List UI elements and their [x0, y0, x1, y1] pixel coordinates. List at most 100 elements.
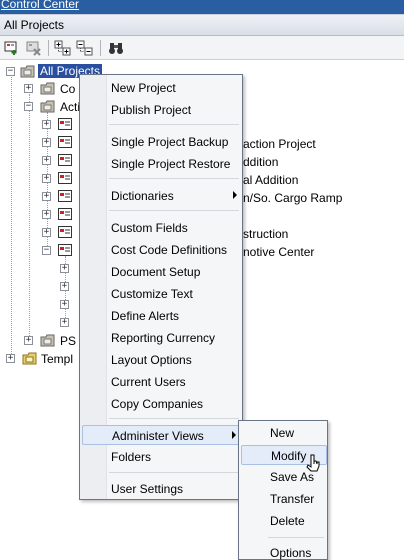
tree-node-label[interactable]: PS: [60, 334, 76, 348]
expand-toggle[interactable]: +: [42, 138, 51, 147]
submenu-item-delete[interactable]: Delete: [241, 511, 327, 531]
new-project-icon[interactable]: [3, 39, 21, 57]
menu-item-define-alerts[interactable]: Define Alerts: [82, 306, 240, 326]
administer-views-submenu: New Modify Save As Transfer Delete Optio…: [238, 420, 328, 560]
project-icon: [58, 118, 72, 130]
menu-item-label: Custom Fields: [111, 221, 188, 235]
menu-item-cost-code-definitions[interactable]: Cost Code Definitions: [82, 240, 240, 260]
menu-item-label: Dictionaries: [111, 189, 174, 203]
control-center-link[interactable]: Control Center: [1, 0, 79, 11]
menu-separator: [109, 124, 239, 125]
submenu-item-label: New: [270, 426, 295, 440]
menu-item-label: Define Alerts: [111, 309, 180, 323]
expand-toggle[interactable]: +: [42, 192, 51, 201]
expand-toggle[interactable]: +: [24, 84, 33, 93]
tree-guide-line: [11, 77, 12, 362]
tree-node-label[interactable]: Co: [60, 82, 75, 96]
expand-toggle[interactable]: +: [60, 264, 69, 273]
project-label[interactable]: notive Center: [243, 245, 314, 259]
submenu-item-transfer[interactable]: Transfer: [241, 489, 327, 509]
expand-toggle[interactable]: +: [42, 210, 51, 219]
menu-item-label: Current Users: [111, 375, 186, 389]
menu-item-label: New Project: [111, 81, 176, 95]
expand-toggle[interactable]: +: [6, 354, 15, 363]
menu-item-user-settings[interactable]: User Settings: [82, 479, 240, 499]
menu-item-layout-options[interactable]: Layout Options: [82, 350, 240, 370]
menu-separator: [109, 178, 239, 179]
project-label[interactable]: al Addition: [243, 173, 298, 187]
template-folder-icon: [22, 352, 37, 365]
menu-item-administer-views[interactable]: Administer Views: [82, 425, 240, 445]
collapse-all-icon[interactable]: [76, 39, 94, 57]
binoculars-icon[interactable]: [107, 39, 125, 57]
menu-item-label: Single Project Backup: [111, 135, 229, 149]
folder-icon: [40, 82, 55, 95]
project-icon: [58, 154, 72, 166]
menu-item-label: Customize Text: [111, 287, 193, 301]
submenu-arrow-icon: [232, 431, 236, 439]
expand-toggle[interactable]: +: [24, 336, 33, 345]
project-label[interactable]: struction: [243, 227, 288, 241]
expand-toggle[interactable]: +: [60, 318, 69, 327]
expand-toggle[interactable]: +: [42, 174, 51, 183]
project-icon: [58, 172, 72, 184]
menu-separator: [268, 537, 324, 538]
expand-toggle[interactable]: +: [60, 282, 69, 291]
folder-icon: [40, 334, 55, 347]
menu-item-dictionaries[interactable]: Dictionaries: [82, 186, 240, 206]
project-label[interactable]: n/So. Cargo Ramp: [243, 191, 342, 205]
menu-item-publish-project[interactable]: Publish Project: [82, 100, 240, 120]
submenu-item-label: Options: [270, 546, 312, 560]
expand-toggle[interactable]: +: [42, 120, 51, 129]
menu-separator: [109, 210, 239, 211]
menu-item-label: Publish Project: [111, 103, 192, 117]
project-icon: [58, 208, 72, 220]
panel-title: All Projects: [4, 18, 65, 32]
submenu-item-new[interactable]: New: [241, 423, 327, 443]
expand-toggle[interactable]: +: [42, 156, 51, 165]
project-icon: [58, 244, 72, 256]
menu-item-label: Cost Code Definitions: [111, 243, 228, 257]
menu-item-single-project-backup[interactable]: Single Project Backup: [82, 132, 240, 152]
menu-item-label: Copy Companies: [111, 397, 204, 411]
menu-item-custom-fields[interactable]: Custom Fields: [82, 218, 240, 238]
panel-header: All Projects: [0, 14, 404, 36]
collapse-toggle[interactable]: −: [24, 102, 33, 111]
toolbar-separator: [100, 40, 101, 56]
tree-node-label[interactable]: Acti: [60, 100, 80, 114]
menu-item-label: Single Project Restore: [111, 157, 231, 171]
submenu-item-label: Delete: [270, 514, 305, 528]
delete-project-icon[interactable]: [25, 39, 43, 57]
menu-item-label: Administer Views: [112, 429, 204, 443]
menu-item-customize-text[interactable]: Customize Text: [82, 284, 240, 304]
folder-open-icon: [40, 100, 55, 113]
menu-item-label: User Settings: [111, 482, 184, 496]
menu-item-folders[interactable]: Folders: [82, 447, 240, 467]
toolbar-separator: [48, 40, 49, 56]
menu-item-new-project[interactable]: New Project: [82, 78, 240, 98]
tree-node-label[interactable]: Templ: [41, 352, 73, 366]
menu-item-copy-companies[interactable]: Copy Companies: [82, 394, 240, 414]
submenu-item-label: Transfer: [270, 492, 315, 506]
menu-item-label: Layout Options: [111, 353, 192, 367]
menu-item-label: Document Setup: [111, 265, 201, 279]
expand-toggle[interactable]: +: [42, 228, 51, 237]
expand-toggle[interactable]: +: [60, 300, 69, 309]
toolbar: [0, 36, 404, 60]
collapse-toggle[interactable]: −: [42, 246, 51, 255]
expand-all-icon[interactable]: [54, 39, 72, 57]
collapse-toggle[interactable]: −: [6, 67, 15, 76]
submenu-item-label: Modify: [271, 449, 307, 463]
projects-folder-icon: [20, 65, 35, 78]
menu-item-label: Folders: [111, 450, 152, 464]
top-banner: Control Center: [0, 0, 404, 14]
project-label[interactable]: action Project: [243, 137, 316, 151]
submenu-item-options[interactable]: Options: [241, 543, 327, 560]
project-icon: [58, 226, 72, 238]
menu-item-document-setup[interactable]: Document Setup: [82, 262, 240, 282]
menu-item-current-users[interactable]: Current Users: [82, 372, 240, 392]
menu-item-single-project-restore[interactable]: Single Project Restore: [82, 154, 240, 174]
menu-item-reporting-currency[interactable]: Reporting Currency: [82, 328, 240, 348]
menu-separator: [109, 418, 239, 419]
project-label[interactable]: ddition: [243, 155, 278, 169]
